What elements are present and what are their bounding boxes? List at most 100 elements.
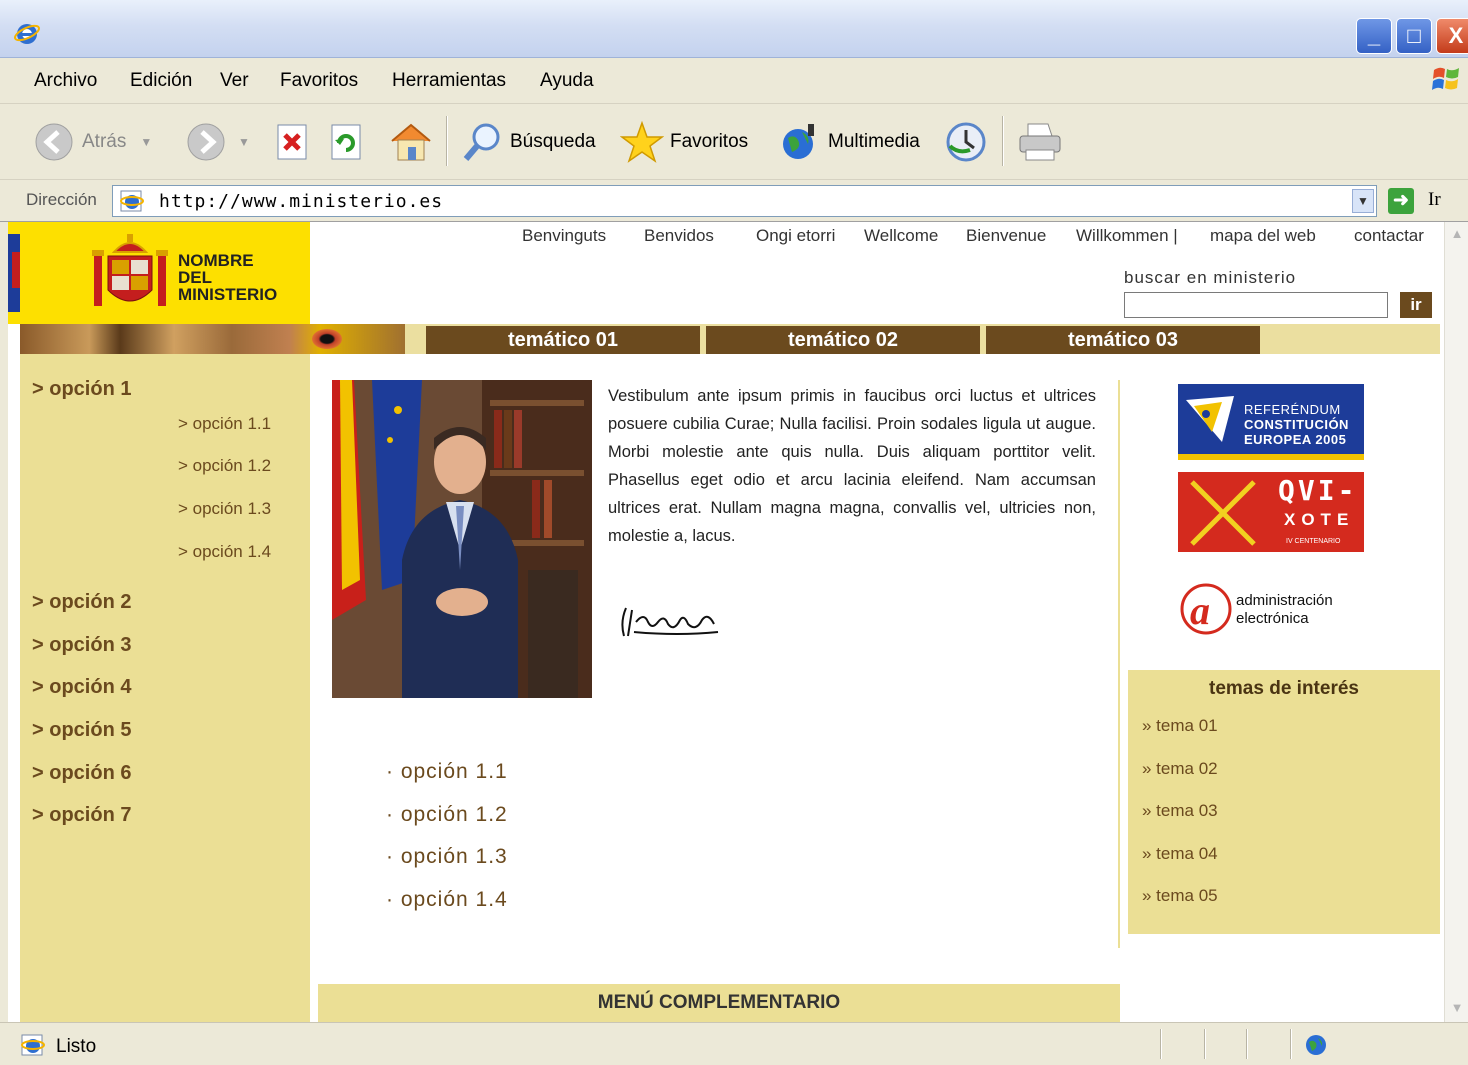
menu-archivo[interactable]: Archivo [34,70,97,92]
nav-opcion-3[interactable]: > opción 3 [32,634,131,657]
eu-stars-icon [1186,396,1234,442]
status-text: Listo [56,1036,97,1057]
address-dropdown-icon[interactable]: ▼ [1352,189,1374,213]
favorites-button[interactable]: Favoritos [620,120,748,164]
intro-paragraph: Vestibulum ante ipsum primis in faucibus… [608,387,1096,545]
nav-opcion-7[interactable]: > opción 7 [32,804,131,827]
svg-text:a: a [1190,588,1210,633]
go-button[interactable]: Ir [1428,189,1441,211]
referendum-line-1: REFERÉNDUM [1244,402,1341,417]
nav-opcion-5[interactable]: > opción 5 [32,719,131,742]
menu-edicion[interactable]: Edición [130,70,192,92]
scroll-down-icon[interactable]: ▼ [1448,1000,1466,1018]
admin-line-1: administración [1236,592,1333,609]
address-bar: Dirección http://www.ministerio.es ▼ ➜ I… [0,180,1468,222]
interest-tema-01[interactable]: » tema 01 [1142,716,1218,736]
interest-tema-03[interactable]: » tema 03 [1142,801,1218,821]
scroll-up-icon[interactable]: ▲ [1448,226,1466,244]
history-button[interactable] [944,120,988,164]
signature-icon [621,607,719,637]
forward-arrow-icon [187,123,225,161]
cross-decoration-icon [1190,480,1256,546]
tab-tematico-01[interactable]: temático 01 [426,326,700,354]
quixote-title: QVI- [1278,474,1358,507]
link-bienvenue[interactable]: Bienvenue [966,226,1046,246]
internet-zone-icon [1306,1035,1326,1055]
back-label: Atrás [82,131,127,152]
media-button[interactable]: Multimedia [778,120,920,164]
toolbar: Atrás ▼ ▼ Búsqueda Favoritos Multimedia [0,104,1468,180]
printer-icon [1019,123,1061,161]
search-label: Búsqueda [510,131,596,152]
site-search-button[interactable]: ir [1400,292,1432,318]
search-label: buscar en ministerio [1124,268,1297,287]
minimize-button[interactable]: _ [1356,18,1392,54]
stop-icon [277,124,307,160]
history-icon [946,122,986,162]
page-status-icon [21,1034,45,1056]
nav-opcion-4[interactable]: > opción 4 [32,676,131,699]
ministry-name: NOMBRE DEL MINISTERIO [178,251,278,304]
site-search-input[interactable] [1124,292,1388,318]
address-label: Dirección [26,190,97,209]
link-benvinguts[interactable]: Benvinguts [522,226,606,246]
star-icon [620,120,664,163]
close-button[interactable]: X [1436,18,1468,54]
link-benvidos[interactable]: Benvidos [644,226,714,246]
link-wellcome[interactable]: Wellcome [864,226,938,246]
nav-opcion-6[interactable]: > opción 6 [32,762,131,785]
nav-opcion-1-1[interactable]: > opción 1.1 [178,414,271,434]
referendum-stripe [1178,454,1364,460]
ie-logo-icon [14,24,40,44]
status-separator [1204,1029,1206,1059]
link-contactar[interactable]: contactar [1354,226,1424,246]
back-button[interactable]: Atrás ▼ [34,120,152,164]
menu-favoritos[interactable]: Favoritos [280,70,358,92]
vertical-scrollbar[interactable]: ▲ ▼ [1444,222,1468,1022]
link-ongi-etorri[interactable]: Ongi etorri [756,226,835,246]
back-dropdown-icon[interactable]: ▼ [140,135,152,149]
page-viewport: NOMBRE DEL MINISTERIO Benvinguts Benvido… [8,222,1444,1022]
refresh-button[interactable] [330,120,364,164]
menu-herramientas[interactable]: Herramientas [392,70,506,92]
administracion-electronica-logo[interactable]: a administración electrónica [1178,580,1368,636]
tab-tematico-03[interactable]: temático 03 [986,326,1260,354]
nav-opcion-1[interactable]: > opción 1 [32,378,131,401]
nav-opcion-2[interactable]: > opción 2 [32,591,131,614]
tab-tematico-02[interactable]: temático 02 [706,326,980,354]
search-button[interactable]: Búsqueda [462,120,596,164]
address-input[interactable]: http://www.ministerio.es ▼ [112,185,1377,217]
forward-button[interactable]: ▼ [186,120,250,164]
stop-button[interactable] [276,120,310,164]
interest-tema-02[interactable]: » tema 02 [1142,759,1218,779]
home-icon [391,123,431,161]
nav-opcion-1-4[interactable]: > opción 1.4 [178,542,271,562]
interest-tema-04[interactable]: » tema 04 [1142,844,1218,864]
content-opcion-1-2[interactable]: · opción 1.2 [386,803,508,827]
forward-dropdown-icon[interactable]: ▼ [238,135,250,149]
nav-opcion-1-3[interactable]: > opción 1.3 [178,499,271,519]
interest-box: temas de interés » tema 01 » tema 02 » t… [1128,670,1440,934]
at-sign-icon: a [1180,583,1232,635]
status-separator [1290,1029,1292,1059]
content-opcion-1-4[interactable]: · opción 1.4 [386,888,508,912]
home-button[interactable] [388,120,434,164]
go-arrow-icon[interactable]: ➜ [1388,188,1414,214]
content-opcion-1-3[interactable]: · opción 1.3 [386,845,508,869]
menu-ver[interactable]: Ver [220,70,249,92]
nav-opcion-1-2[interactable]: > opción 1.2 [178,456,271,476]
menu-ayuda[interactable]: Ayuda [540,70,594,92]
ministry-logo[interactable]: NOMBRE DEL MINISTERIO [20,222,310,324]
referendum-banner[interactable]: REFERÉNDUM CONSTITUCIÓN EUROPEA 2005 [1178,384,1364,460]
content-opcion-1-1[interactable]: · opción 1.1 [386,760,508,784]
column-divider [1118,380,1120,948]
link-mapa-web[interactable]: mapa del web [1210,226,1316,246]
quixote-banner[interactable]: QVI- XOTE IV CENTENARIO [1178,472,1364,552]
interest-tema-05[interactable]: » tema 05 [1142,886,1218,906]
menu-complementario[interactable]: MENÚ COMPLEMENTARIO [318,984,1120,1022]
link-willkommen[interactable]: Willkommen | [1076,226,1178,246]
toolbar-separator [1002,116,1004,166]
back-arrow-icon [35,123,73,161]
maximize-button[interactable]: □ [1396,18,1432,54]
print-button[interactable] [1016,120,1064,164]
